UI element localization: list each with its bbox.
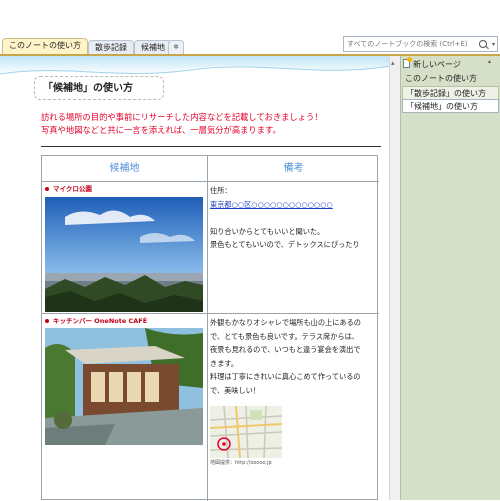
nav-page-candidates[interactable]: 「候補地」の使い方 xyxy=(402,99,499,113)
map-image[interactable] xyxy=(210,406,282,458)
tab-candidates[interactable]: 候補地 xyxy=(134,40,172,54)
column-header-candidate: 候補地 xyxy=(42,156,208,182)
note-line: きます。 xyxy=(210,358,239,368)
tab-how-to-use[interactable]: このノートの使い方 xyxy=(2,38,88,54)
note-line: 料理は丁寧にきれいに真心こめて作っているの xyxy=(210,372,361,381)
intro-line: 訪れる場所の目的や事前にリサーチした内容などを記載しておきましょう！ xyxy=(41,112,323,122)
search-icon[interactable] xyxy=(479,40,487,48)
nav-page-walk-log[interactable]: 「散歩記録」の使い方 xyxy=(402,86,499,100)
new-page-icon xyxy=(403,57,412,68)
note-line: 知り合いからとてもいいと聞いた。 xyxy=(210,226,325,236)
new-page-button[interactable]: 新しいページ xyxy=(403,57,498,72)
page-title[interactable]: 「候補地」の使い方 xyxy=(34,76,164,100)
intro-text[interactable]: 訪れる場所の目的や事前にリサーチした内容などを記載しておきましょう！ 写真や地図… xyxy=(41,111,381,137)
chevron-down-icon[interactable]: ▾ xyxy=(492,37,495,52)
page-scrollbar[interactable]: ▴ xyxy=(389,56,400,500)
page-navigation-pane xyxy=(400,56,500,500)
place-label: キッチンバー OneNote CAFÉ xyxy=(45,317,147,326)
candidate-table[interactable]: 候補地 備考 マイクロ公園 住所： 東京都○○区○○○○○○○○○○○○○ 知り… xyxy=(41,155,379,501)
notes-text[interactable]: 外観もかなりオシャレで場所も山の上にあるの で、とても景色も良いです。テラス席か… xyxy=(210,316,376,397)
note-line: で、美味しい！ xyxy=(210,385,261,395)
bullet-icon xyxy=(45,187,49,191)
place-name: マイクロ公園 xyxy=(53,185,92,193)
park-photo[interactable] xyxy=(45,197,203,312)
scroll-up-icon[interactable]: ▴ xyxy=(391,59,395,67)
search-box[interactable]: すべてのノートブックの検索 (Ctrl+E) ▾ xyxy=(343,36,498,52)
search-input[interactable]: すべてのノートブックの検索 (Ctrl+E) xyxy=(347,37,468,52)
note-line: で、とても景色も良いです。テラス席からは、 xyxy=(210,331,359,341)
note-line: 景色もとてもいいので、デトックスにぴったり xyxy=(210,240,360,249)
map-caption[interactable]: 地図提供：http://ooooo.jp xyxy=(210,459,272,466)
intro-line: 写真や地図などと共に一言を添えれば、一層気分が高まります。 xyxy=(41,125,281,135)
new-page-label: 新しいページ xyxy=(413,60,461,69)
address-link[interactable]: 東京都○○区○○○○○○○○○○○○○ xyxy=(210,198,376,212)
column-header-notes: 備考 xyxy=(208,156,379,182)
note-line: 外観もかなりオシャレで場所も山の上にあるの xyxy=(210,318,361,327)
tab-bar: このノートの使い方 散歩記録 候補地 ✱ すべてのノートブックの検索 (Ctrl… xyxy=(0,0,500,56)
table-cell-place[interactable]: マイクロ公園 xyxy=(42,182,208,314)
place-label: マイクロ公園 xyxy=(45,185,92,194)
note-line: 住所： xyxy=(210,186,232,195)
bullet-icon xyxy=(45,319,49,323)
notes-text[interactable]: 住所： 東京都○○区○○○○○○○○○○○○○ 知り合いからとてもいいと聞いた。… xyxy=(210,184,376,252)
note-line xyxy=(210,211,376,225)
table-cell-notes[interactable]: 外観もかなりオシャレで場所も山の上にあるの で、とても景色も良いです。テラス席か… xyxy=(208,314,379,501)
cafe-photo[interactable] xyxy=(45,328,203,445)
divider xyxy=(41,146,381,147)
place-name: キッチンバー OneNote CAFÉ xyxy=(53,317,148,325)
table-cell-notes[interactable]: 住所： 東京都○○区○○○○○○○○○○○○○ 知り合いからとてもいいと聞いた。… xyxy=(208,182,379,314)
add-section-icon[interactable]: ✱ xyxy=(168,40,184,54)
tab-walk-log[interactable]: 散歩記録 xyxy=(88,40,134,54)
table-cell-place[interactable]: キッチンバー OneNote CAFÉ xyxy=(42,314,208,501)
scroll-up-icon[interactable]: ▴ xyxy=(488,58,491,65)
nav-page-how-to-use[interactable]: このノートの使い方 xyxy=(402,72,499,86)
note-line: 夜景も見れるので、いつもと違う宴会を演出で xyxy=(210,345,361,354)
